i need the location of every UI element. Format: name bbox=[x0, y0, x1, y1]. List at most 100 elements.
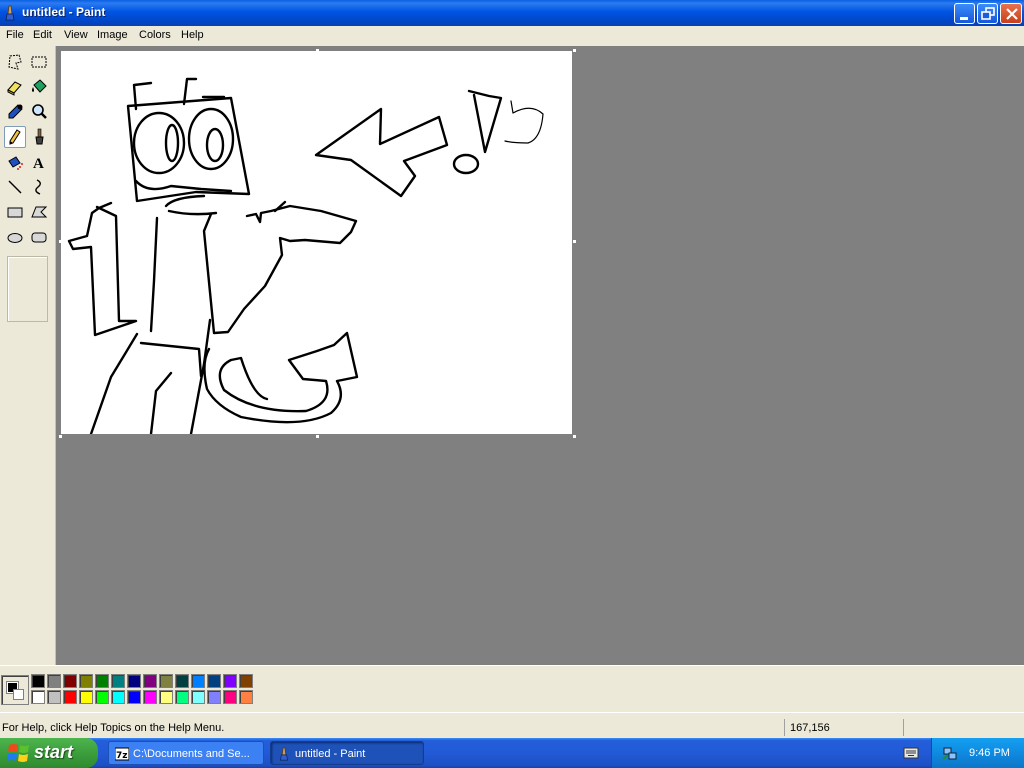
cursor-coordinates: 167,156 bbox=[790, 722, 830, 734]
tool-rectangle[interactable] bbox=[4, 201, 26, 223]
tool-airbrush[interactable] bbox=[4, 151, 26, 173]
menu-file[interactable]: File bbox=[6, 29, 24, 41]
resize-handle-left[interactable] bbox=[59, 240, 62, 243]
color-swatch[interactable] bbox=[79, 674, 93, 688]
color-swatch[interactable] bbox=[207, 690, 221, 704]
tool-rounded-rectangle[interactable] bbox=[28, 226, 50, 248]
rounded-rectangle-icon bbox=[31, 232, 47, 243]
magnifier-icon bbox=[32, 104, 47, 119]
start-label: start bbox=[34, 742, 74, 762]
paint-bucket-icon bbox=[32, 79, 47, 93]
status-divider bbox=[784, 719, 785, 736]
workspace bbox=[57, 46, 1024, 665]
color-swatch[interactable] bbox=[239, 690, 253, 704]
resize-handle-top[interactable] bbox=[316, 49, 319, 52]
color-swatch[interactable] bbox=[79, 690, 93, 704]
color-swatch[interactable] bbox=[191, 674, 205, 688]
color-swatch[interactable] bbox=[143, 674, 157, 688]
resize-handle-bottom[interactable] bbox=[316, 435, 319, 438]
free-form-select-icon bbox=[8, 54, 22, 70]
tool-box: A bbox=[0, 46, 56, 666]
tool-polygon[interactable] bbox=[28, 201, 50, 223]
color-swatch[interactable] bbox=[31, 690, 45, 704]
menu-colors[interactable]: Colors bbox=[139, 29, 171, 41]
color-swatch[interactable] bbox=[223, 674, 237, 688]
network-icon[interactable] bbox=[942, 745, 958, 761]
svg-text:7z: 7z bbox=[116, 751, 128, 761]
current-colors[interactable] bbox=[1, 675, 29, 705]
menu-help[interactable]: Help bbox=[181, 29, 204, 41]
tool-magnifier[interactable] bbox=[28, 101, 50, 123]
color-swatch[interactable] bbox=[223, 690, 237, 704]
line-icon bbox=[8, 180, 22, 194]
menu-view[interactable]: View bbox=[64, 29, 88, 41]
paint-app-icon[interactable] bbox=[3, 5, 17, 21]
resize-handle-bottom-right[interactable] bbox=[573, 435, 576, 438]
tool-line[interactable] bbox=[4, 176, 26, 198]
clock: 9:46 PM bbox=[969, 747, 1010, 759]
background-color bbox=[13, 689, 24, 700]
color-box bbox=[0, 665, 1024, 712]
airbrush-icon bbox=[8, 156, 23, 170]
color-swatch[interactable] bbox=[47, 674, 61, 688]
color-swatch[interactable] bbox=[47, 690, 61, 704]
close-icon bbox=[1006, 8, 1018, 20]
tool-pencil[interactable] bbox=[4, 126, 26, 148]
restore-button[interactable] bbox=[977, 3, 998, 24]
tool-options-box[interactable] bbox=[7, 256, 48, 322]
tool-brush[interactable] bbox=[28, 126, 50, 148]
status-bar: For Help, click Help Topics on the Help … bbox=[0, 712, 1024, 738]
start-button[interactable]: start bbox=[0, 738, 98, 768]
minimize-button[interactable] bbox=[954, 3, 975, 24]
status-divider bbox=[903, 719, 904, 736]
resize-handle-top-right[interactable] bbox=[573, 49, 576, 52]
windows-logo-icon bbox=[7, 744, 29, 762]
color-swatch[interactable] bbox=[159, 674, 173, 688]
tool-curve[interactable] bbox=[28, 176, 50, 198]
tool-pick-color[interactable] bbox=[4, 101, 26, 123]
color-swatch[interactable] bbox=[63, 674, 77, 688]
color-swatch[interactable] bbox=[175, 690, 189, 704]
color-swatch[interactable] bbox=[239, 674, 253, 688]
menu-edit[interactable]: Edit bbox=[33, 29, 52, 41]
color-swatch[interactable] bbox=[111, 674, 125, 688]
tool-text[interactable]: A bbox=[28, 151, 50, 173]
curve-icon bbox=[35, 179, 41, 195]
drawing-canvas[interactable] bbox=[61, 51, 572, 436]
taskbar-item-label: C:\Documents and Se... bbox=[133, 748, 250, 760]
close-button[interactable] bbox=[1000, 3, 1022, 24]
menu-image[interactable]: Image bbox=[97, 29, 128, 41]
brush-icon bbox=[35, 128, 44, 145]
canvas-drawing bbox=[67, 77, 544, 436]
color-swatch[interactable] bbox=[191, 690, 205, 704]
rectangle-icon bbox=[7, 207, 23, 218]
text-icon: A bbox=[33, 156, 44, 172]
tool-rectangle-select[interactable] bbox=[28, 51, 50, 73]
color-swatch[interactable] bbox=[143, 690, 157, 704]
color-swatch[interactable] bbox=[111, 690, 125, 704]
color-swatch[interactable] bbox=[159, 690, 173, 704]
tool-eraser[interactable] bbox=[4, 76, 26, 98]
resize-handle-bottom-left[interactable] bbox=[59, 435, 62, 438]
color-swatch[interactable] bbox=[63, 690, 77, 704]
svg-text:A: A bbox=[33, 156, 44, 172]
minimize-icon bbox=[960, 17, 968, 20]
color-swatch[interactable] bbox=[207, 674, 221, 688]
color-swatch[interactable] bbox=[127, 674, 141, 688]
pencil-icon bbox=[9, 129, 21, 145]
color-swatch[interactable] bbox=[95, 690, 109, 704]
tool-ellipse[interactable] bbox=[4, 226, 26, 248]
status-help-text: For Help, click Help Topics on the Help … bbox=[2, 722, 225, 734]
color-swatch[interactable] bbox=[127, 690, 141, 704]
keyboard-icon[interactable] bbox=[903, 746, 919, 760]
system-tray: 9:46 PM bbox=[931, 738, 1024, 768]
tool-free-form-select[interactable] bbox=[4, 51, 26, 73]
taskbar-item-paint[interactable]: untitled - Paint bbox=[270, 741, 424, 765]
color-swatch[interactable] bbox=[31, 674, 45, 688]
restore-icon bbox=[981, 7, 995, 20]
tool-fill-with-color[interactable] bbox=[28, 76, 50, 98]
taskbar-item-7zip[interactable]: 7z C:\Documents and Se... bbox=[108, 741, 264, 765]
color-swatch[interactable] bbox=[95, 674, 109, 688]
resize-handle-right[interactable] bbox=[573, 240, 576, 243]
color-swatch[interactable] bbox=[175, 674, 189, 688]
